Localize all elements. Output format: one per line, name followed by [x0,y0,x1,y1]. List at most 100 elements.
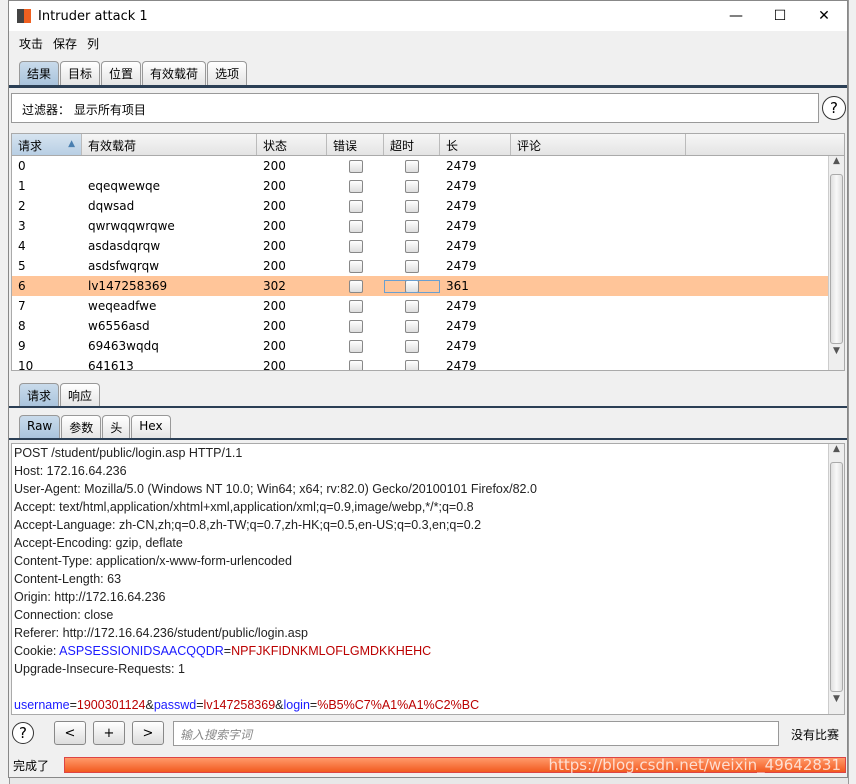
tab-response[interactable]: 响应 [60,383,101,407]
cell-length: 2479 [446,259,477,273]
table-row[interactable]: 5 asdsfwqrqw 200 2479 [12,256,844,276]
scroll-down-icon[interactable]: ▼ [829,694,844,710]
error-checkbox[interactable] [348,319,363,333]
error-checkbox[interactable] [348,339,363,353]
table-row[interactable]: 9 69463wqdq 200 2479 [12,336,844,356]
help-icon[interactable]: ? [822,96,846,120]
request-body: username=1900301124&passwd=lv147258369&l… [12,696,844,714]
watermark: https://blog.csdn.net/weixin_49642831 [548,756,841,774]
col-payload[interactable]: 有效载荷 [82,134,257,155]
cell-request: 5 [18,259,26,273]
status-label: 完成了 [13,759,50,773]
cell-request: 0 [18,159,26,173]
timeout-checkbox[interactable] [405,199,419,213]
timeout-checkbox[interactable] [405,219,419,233]
table-row[interactable]: 2 dqwsad 200 2479 [12,196,844,216]
tab-target[interactable]: 目标 [60,61,101,85]
cell-status: 200 [263,199,286,213]
search-add-button[interactable]: + [93,721,125,745]
table-row[interactable]: 1 eqeqwewqe 200 2479 [12,176,844,196]
error-checkbox[interactable] [348,219,363,233]
search-input[interactable]: 输入搜索字词 [173,721,779,746]
body-token: = [69,698,77,712]
error-checkbox[interactable] [348,299,363,313]
cell-status: 200 [263,179,286,193]
burp-logo-icon [17,9,31,23]
request-line: Origin: http://172.16.64.236 [14,590,166,604]
error-checkbox[interactable] [348,199,363,213]
table-row[interactable]: 10 641613 200 2479 [12,356,844,371]
search-help-icon[interactable]: ? [12,722,34,744]
body-token: = [196,698,204,712]
menu-save[interactable]: 保存 [53,35,77,52]
table-scrollbar[interactable]: ▲ ▼ [828,156,844,370]
table-row[interactable]: 8 w6556asd 200 2479 [12,316,844,336]
scroll-up-icon[interactable]: ▲ [829,156,844,172]
search-prev-button[interactable]: < [54,721,86,745]
tab-positions[interactable]: 位置 [101,61,142,85]
scroll-down-icon[interactable]: ▼ [829,346,844,362]
tab-headers[interactable]: 头 [102,415,131,439]
menu-bar: 攻击 保存 列 [9,31,847,55]
table-row[interactable]: 4 asdasdqrqw 200 2479 [12,236,844,256]
close-button[interactable]: ✕ [801,1,847,31]
col-status[interactable]: 状态 [257,134,327,155]
tab-payloads[interactable]: 有效载荷 [142,61,207,85]
editor-scrollbar[interactable]: ▲ ▼ [828,444,844,714]
filter-value: 显示所有项目 [73,103,146,117]
timeout-checkbox[interactable] [405,159,419,173]
body-token: & [275,698,284,712]
error-checkbox[interactable] [348,279,363,293]
timeout-checkbox[interactable] [405,259,419,273]
timeout-checkbox[interactable] [405,179,419,193]
error-checkbox[interactable] [348,259,363,273]
tab-params[interactable]: 参数 [61,415,102,439]
tab-options[interactable]: 选项 [207,61,248,85]
cell-status: 200 [263,219,286,233]
cell-length: 361 [446,279,469,293]
timeout-checkbox[interactable] [405,239,419,253]
scroll-thumb[interactable] [830,174,843,344]
scroll-up-icon[interactable]: ▲ [829,444,844,460]
col-length[interactable]: 长 [440,134,511,155]
request-editor[interactable]: POST /student/public/login.asp HTTP/1.1 H… [11,443,845,715]
main-tabs: 结果 目标 位置 有效载荷 选项 [19,61,248,85]
cell-length: 2479 [446,359,477,371]
filter-bar[interactable]: 过滤器： 显示所有项目 [11,93,819,123]
timeout-checkbox[interactable] [405,359,419,370]
tab-hex[interactable]: Hex [131,415,171,439]
minimize-button[interactable]: — [713,1,759,31]
error-checkbox[interactable] [348,359,363,370]
timeout-checkbox[interactable] [405,299,419,313]
col-comment[interactable]: 评论 [511,134,686,155]
col-timeout[interactable]: 超时 [384,134,440,155]
timeout-checkbox[interactable] [405,339,419,353]
body-token: login [283,698,310,712]
error-checkbox[interactable] [348,239,363,253]
search-next-button[interactable]: > [132,721,164,745]
timeout-checkbox[interactable] [405,319,419,333]
request-line: Accept-Language: zh-CN,zh;q=0.8,zh-TW;q=… [14,518,482,532]
tab-raw[interactable]: Raw [19,415,61,439]
cell-payload: 641613 [88,359,134,371]
table-row[interactable]: 0 200 2479 [12,156,844,176]
maximize-button[interactable]: ☐ [757,1,803,31]
cell-length: 2479 [446,219,477,233]
col-request[interactable]: 请求 ▲ [12,134,82,155]
menu-columns[interactable]: 列 [87,35,99,52]
table-row[interactable]: 3 qwrwqqwrqwe 200 2479 [12,216,844,236]
col-error[interactable]: 错误 [327,134,384,155]
tab-request[interactable]: 请求 [19,383,60,407]
timeout-checkbox[interactable] [405,279,419,293]
cell-request: 8 [18,319,26,333]
table-row[interactable]: 7 weqeadfwe 200 2479 [12,296,844,316]
error-checkbox[interactable] [348,159,363,173]
table-row[interactable]: 6 lv147258369 302 361 [12,276,844,296]
error-checkbox[interactable] [348,179,363,193]
body-token: 1900301124 [76,698,146,712]
intruder-window: Intruder attack 1 — ☐ ✕ 攻击 保存 列 结果 目标 位置… [8,0,848,778]
tab-results[interactable]: 结果 [19,61,60,85]
menu-attack[interactable]: 攻击 [19,35,43,52]
cell-request: 1 [18,179,26,193]
editor-scroll-thumb[interactable] [830,462,843,692]
